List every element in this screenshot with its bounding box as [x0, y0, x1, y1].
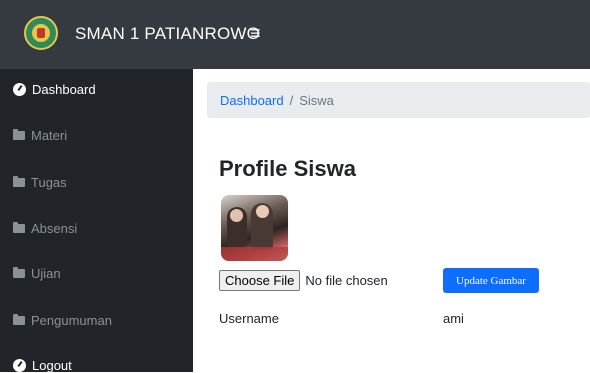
choose-file-button[interactable]: Choose File — [219, 270, 301, 291]
sidebar-item-label: Tugas — [31, 175, 67, 190]
folder-icon — [13, 176, 25, 187]
sidebar-item-label: Pengumuman — [31, 313, 112, 328]
folder-icon — [13, 222, 25, 233]
folder-icon — [13, 129, 25, 140]
update-picture-button[interactable]: Update Gambar — [443, 268, 539, 293]
sidebar-item-tugas[interactable]: Tugas — [13, 175, 67, 190]
sidebar-item-label: Logout — [32, 358, 72, 373]
sidebar-item-label: Ujian — [31, 266, 61, 281]
breadcrumb-home-link[interactable]: Dashboard — [220, 93, 284, 108]
school-logo[interactable] — [24, 16, 58, 50]
file-status: No file chosen — [305, 273, 388, 288]
folder-icon — [13, 314, 25, 325]
sidebar-item-absensi[interactable]: Absensi — [13, 221, 77, 236]
sidebar-item-logout[interactable]: Logout — [13, 358, 72, 373]
sidebar-item-pengumuman[interactable]: Pengumuman — [13, 313, 112, 328]
brand-title[interactable]: SMAN 1 PATIANROWO — [75, 24, 260, 44]
top-navbar: SMAN 1 PATIANROWO ≡ — [0, 0, 590, 69]
breadcrumb: Dashboard / Siswa — [207, 82, 590, 118]
sidebar-item-ujian[interactable]: Ujian — [13, 266, 61, 281]
username-value: ami — [443, 311, 464, 326]
dashboard-icon — [13, 83, 26, 96]
folder-icon — [13, 267, 25, 278]
file-input: Choose File No file chosen — [219, 270, 388, 291]
menu-toggle-icon[interactable]: ≡ — [250, 23, 261, 44]
page-title: Profile Siswa — [219, 156, 356, 181]
sidebar-item-label: Absensi — [31, 221, 78, 236]
sidebar: Dashboard Materi Tugas Absensi Ujian Pen… — [0, 69, 193, 373]
sidebar-item-dashboard[interactable]: Dashboard — [13, 82, 96, 97]
breadcrumb-current: Siswa — [299, 92, 334, 108]
username-label: Username — [219, 311, 279, 326]
sidebar-item-materi[interactable]: Materi — [13, 128, 67, 143]
profile-photo — [221, 195, 288, 261]
sidebar-item-label: Materi — [31, 128, 68, 143]
dashboard-icon — [13, 359, 26, 372]
breadcrumb-separator: / — [289, 92, 294, 108]
sidebar-item-label: Dashboard — [32, 82, 96, 97]
